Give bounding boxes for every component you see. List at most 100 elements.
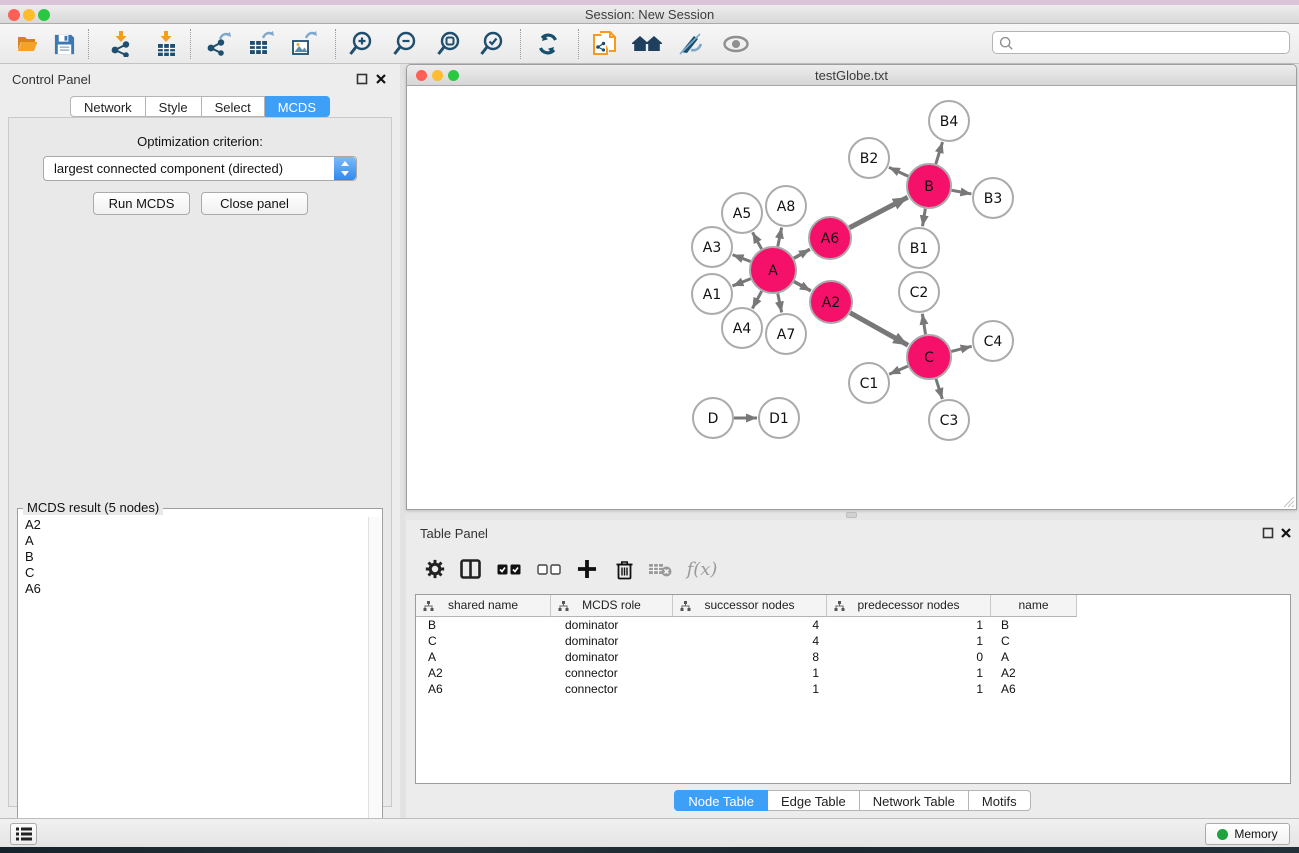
edge-A-A3[interactable] xyxy=(733,255,751,262)
cell-MCDS-role[interactable]: connector xyxy=(551,681,673,697)
tab-network[interactable]: Network xyxy=(70,96,146,117)
open-folder-button[interactable] xyxy=(11,27,45,61)
import-network-button[interactable] xyxy=(104,27,138,61)
column-header-name[interactable]: name xyxy=(991,595,1077,617)
node-A3[interactable]: A3 xyxy=(692,227,732,267)
edge-C-C2[interactable] xyxy=(922,314,925,335)
node-A7[interactable]: A7 xyxy=(766,314,806,354)
edge-C-C3[interactable] xyxy=(936,379,942,399)
cell-predecessor-nodes[interactable]: 0 xyxy=(827,649,991,665)
cell-MCDS-role[interactable]: connector xyxy=(551,665,673,681)
cell-shared-name[interactable]: A6 xyxy=(416,681,551,697)
resize-grip-icon[interactable] xyxy=(1283,496,1295,508)
node-D[interactable]: D xyxy=(693,398,733,438)
result-item[interactable]: C xyxy=(19,565,369,581)
node-A5[interactable]: A5 xyxy=(722,193,762,233)
node-D1[interactable]: D1 xyxy=(759,398,799,438)
node-C1[interactable]: C1 xyxy=(849,363,889,403)
network-canvas[interactable]: B4B2BB3A8A5A6A3B1AC2A1A2A4A7C4CC1DD1C3 xyxy=(408,87,1295,509)
result-item[interactable]: A2 xyxy=(19,517,369,533)
tab-network-table[interactable]: Network Table xyxy=(860,790,969,811)
edge-B-B2[interactable] xyxy=(889,167,908,176)
close-panel-button[interactable]: Close panel xyxy=(201,192,308,215)
node-B[interactable]: B xyxy=(907,164,951,208)
delete-table-button-disabled[interactable] xyxy=(643,552,677,586)
home-button[interactable] xyxy=(630,27,664,61)
column-header-successor-nodes[interactable]: successor nodes xyxy=(673,595,827,617)
delete-column-button[interactable] xyxy=(607,552,641,586)
node-C4[interactable]: C4 xyxy=(973,321,1013,361)
column-header-predecessor-nodes[interactable]: predecessor nodes xyxy=(827,595,991,617)
hide-graphics-button[interactable] xyxy=(674,27,708,61)
cell-shared-name[interactable]: C xyxy=(416,633,551,649)
column-header-shared-name[interactable]: shared name xyxy=(416,595,551,617)
cell-MCDS-role[interactable]: dominator xyxy=(551,617,673,633)
node-A1[interactable]: A1 xyxy=(692,274,732,314)
cell-successor-nodes[interactable]: 4 xyxy=(673,633,827,649)
cell-predecessor-nodes[interactable]: 1 xyxy=(827,681,991,697)
table-settings-button[interactable] xyxy=(418,552,452,586)
zoom-in-button[interactable] xyxy=(344,27,378,61)
criterion-dropdown[interactable]: largest connected component (directed) xyxy=(43,156,357,181)
search-field[interactable] xyxy=(992,31,1290,54)
network-window-titlebar[interactable]: testGlobe.txt xyxy=(407,65,1296,86)
node-A6[interactable]: A6 xyxy=(809,217,851,259)
memory-button[interactable]: Memory xyxy=(1205,823,1290,845)
export-image-button[interactable] xyxy=(287,27,321,61)
run-mcds-button[interactable]: Run MCDS xyxy=(93,192,190,215)
table-row[interactable]: Bdominator41B xyxy=(416,617,1290,633)
cell-MCDS-role[interactable]: dominator xyxy=(551,633,673,649)
result-item[interactable]: B xyxy=(19,549,369,565)
show-graphics-button[interactable] xyxy=(719,27,753,61)
float-window-icon[interactable] xyxy=(1262,527,1274,539)
cell-name[interactable]: C xyxy=(991,633,1077,649)
cell-shared-name[interactable]: B xyxy=(416,617,551,633)
column-header-MCDS-role[interactable]: MCDS role xyxy=(551,595,673,617)
node-C[interactable]: C xyxy=(907,335,951,379)
edge-B-B3[interactable] xyxy=(952,190,972,194)
cell-shared-name[interactable]: A2 xyxy=(416,665,551,681)
cell-predecessor-nodes[interactable]: 1 xyxy=(827,617,991,633)
table-row[interactable]: Cdominator41C xyxy=(416,633,1290,649)
node-B1[interactable]: B1 xyxy=(899,228,939,268)
edge-A-A2[interactable] xyxy=(794,282,811,291)
table-row[interactable]: Adominator80A xyxy=(416,649,1290,665)
edge-A-A1[interactable] xyxy=(732,279,750,286)
cell-MCDS-role[interactable]: dominator xyxy=(551,649,673,665)
zoom-fit-button[interactable] xyxy=(432,27,466,61)
edge-A-A4[interactable] xyxy=(752,291,761,308)
cell-shared-name[interactable]: A xyxy=(416,649,551,665)
import-table-button[interactable] xyxy=(149,27,183,61)
cell-successor-nodes[interactable]: 1 xyxy=(673,665,827,681)
zoom-out-button[interactable] xyxy=(388,27,422,61)
edge-A2-C[interactable] xyxy=(850,313,908,345)
node-A8[interactable]: A8 xyxy=(766,186,806,226)
export-table-button[interactable] xyxy=(244,27,278,61)
mcds-result-list[interactable]: A2ABCA6 xyxy=(19,517,369,850)
horizontal-splitter-handle[interactable] xyxy=(846,512,857,518)
node-B4[interactable]: B4 xyxy=(929,101,969,141)
save-button[interactable] xyxy=(47,27,81,61)
select-all-button[interactable] xyxy=(492,552,526,586)
node-A4[interactable]: A4 xyxy=(722,308,762,348)
table-row[interactable]: A6connector11A6 xyxy=(416,681,1290,697)
edge-A-A8[interactable] xyxy=(778,228,782,247)
result-item[interactable]: A6 xyxy=(19,581,369,597)
zoom-selected-button[interactable] xyxy=(475,27,509,61)
search-input[interactable] xyxy=(1017,33,1285,52)
node-A2[interactable]: A2 xyxy=(810,281,852,323)
cell-name[interactable]: A2 xyxy=(991,665,1077,681)
node-C3[interactable]: C3 xyxy=(929,400,969,440)
node-C2[interactable]: C2 xyxy=(899,272,939,312)
refresh-button[interactable] xyxy=(531,27,565,61)
edge-C-C1[interactable] xyxy=(889,366,908,374)
tab-select[interactable]: Select xyxy=(202,96,265,117)
cell-name[interactable]: B xyxy=(991,617,1077,633)
cell-successor-nodes[interactable]: 4 xyxy=(673,617,827,633)
cell-predecessor-nodes[interactable]: 1 xyxy=(827,633,991,649)
add-column-button[interactable] xyxy=(570,552,604,586)
cell-successor-nodes[interactable]: 1 xyxy=(673,681,827,697)
edge-C-C4[interactable] xyxy=(951,346,971,351)
edge-A-A5[interactable] xyxy=(753,232,762,249)
node-B2[interactable]: B2 xyxy=(849,138,889,178)
